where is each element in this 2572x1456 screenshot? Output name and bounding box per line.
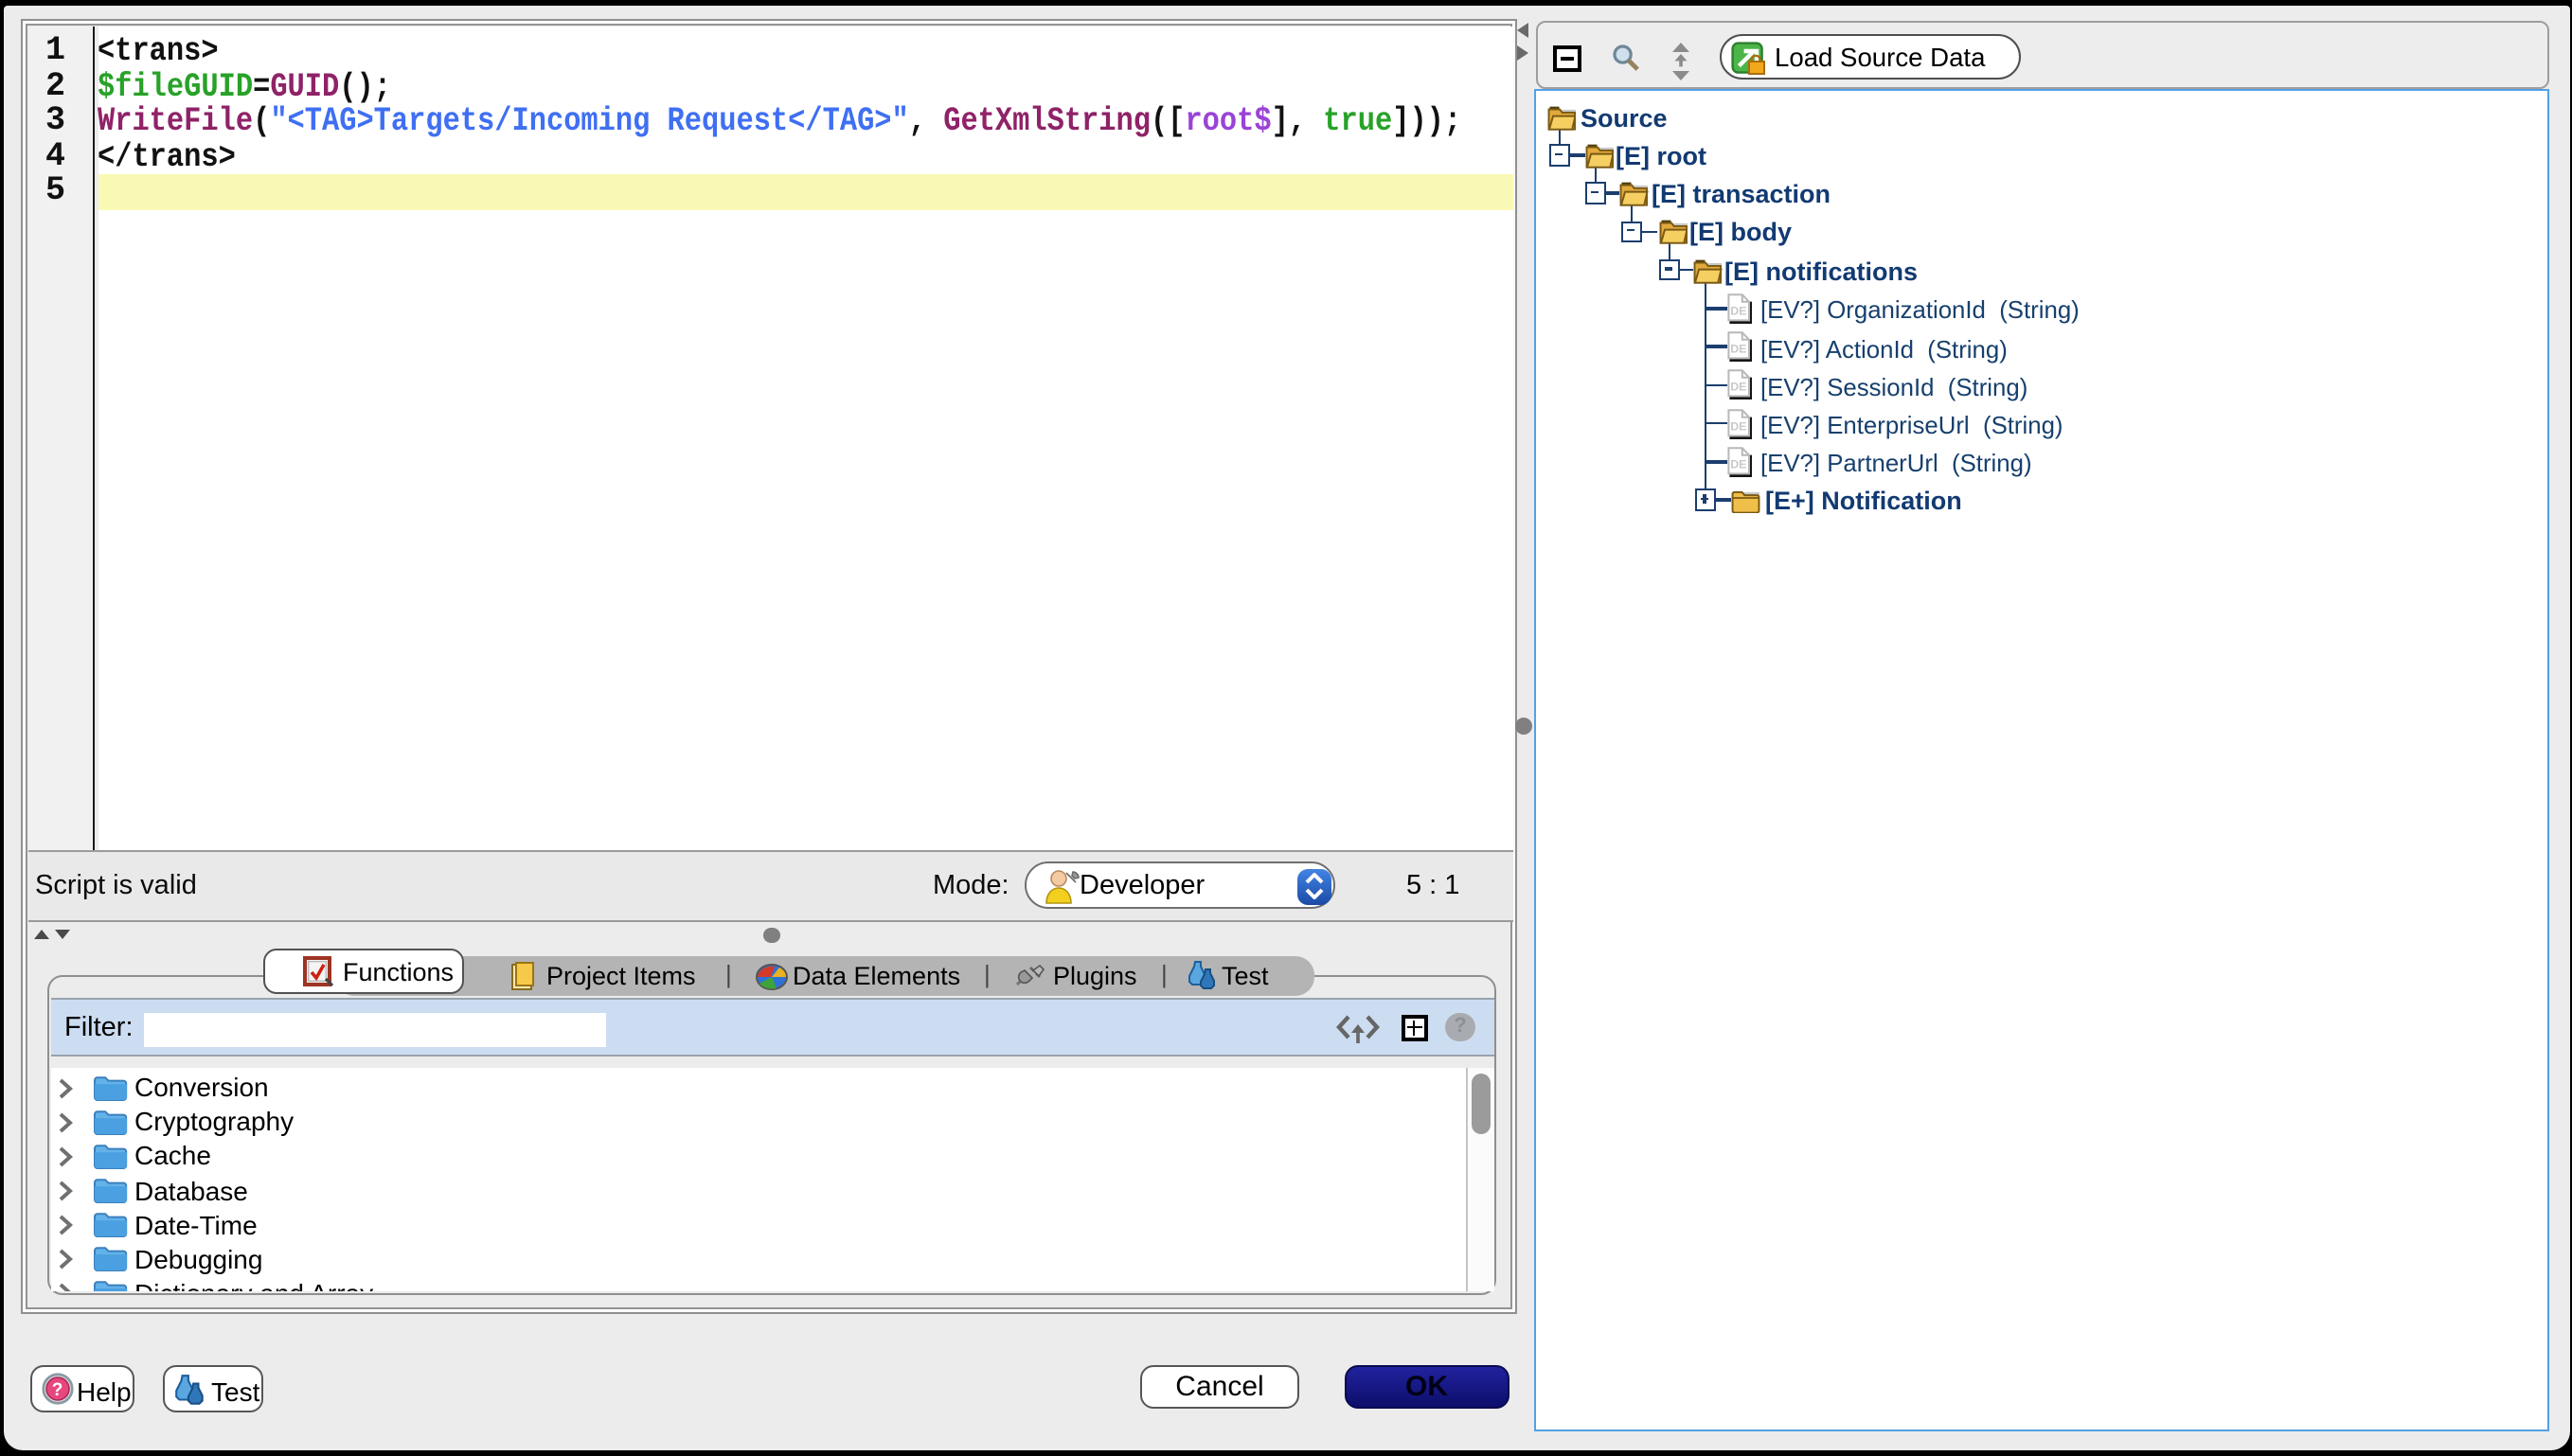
- svg-text:?: ?: [52, 1380, 63, 1400]
